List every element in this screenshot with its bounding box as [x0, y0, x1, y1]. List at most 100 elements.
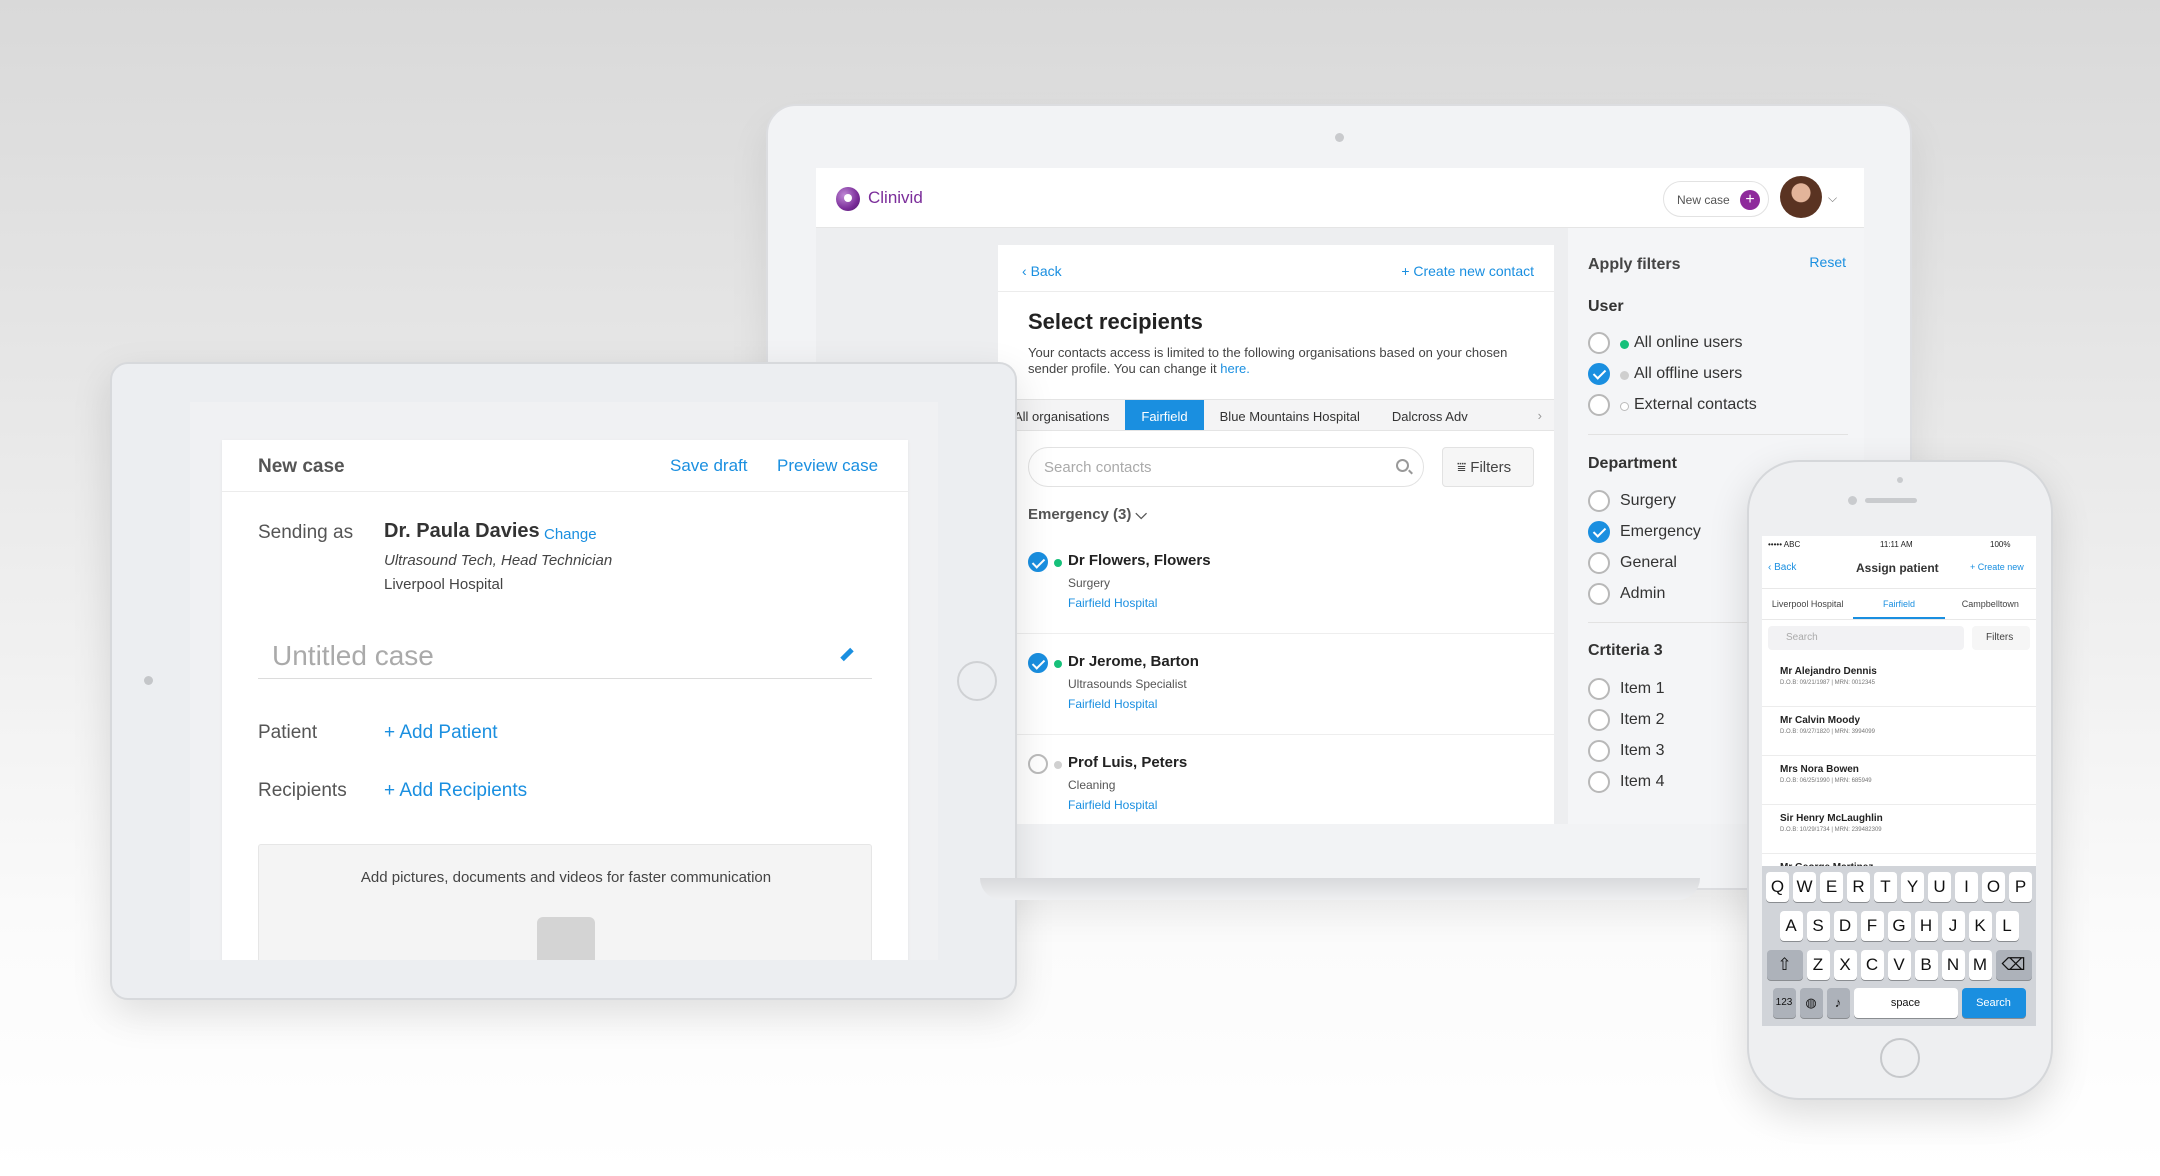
patient-row[interactable]: Mr Calvin Moody D.O.B: 09/27/1820 | MRN: … [1762, 707, 2036, 756]
key[interactable]: K [1968, 911, 1992, 941]
key[interactable]: V [1887, 950, 1911, 980]
pencil-icon[interactable] [840, 647, 854, 662]
phone-home-button[interactable] [1880, 1038, 1920, 1078]
attachment-dropzone[interactable]: Add pictures, documents and videos for f… [258, 844, 872, 960]
filters-button[interactable]: ⩸ Filters [1442, 447, 1534, 487]
key[interactable]: M [1968, 950, 1992, 980]
save-draft-button[interactable]: Save draft [670, 456, 748, 476]
dropzone-text: Add pictures, documents and videos for f… [360, 869, 772, 886]
shift-key-icon[interactable]: ⇧ [1766, 950, 1803, 980]
key[interactable]: O [1982, 872, 2005, 902]
contact-name: Prof Luis, Peters [1068, 754, 1188, 771]
group-label: Emergency (3) [1028, 506, 1132, 523]
key[interactable]: A [1779, 911, 1803, 941]
key[interactable]: G [1887, 911, 1911, 941]
preview-case-button[interactable]: Preview case [777, 456, 878, 476]
contact-checkbox[interactable] [1028, 754, 1048, 774]
key[interactable]: J [1941, 911, 1965, 941]
radio[interactable] [1588, 521, 1610, 543]
avatar[interactable] [1780, 176, 1822, 218]
key[interactable]: S [1806, 911, 1830, 941]
radio[interactable] [1588, 678, 1610, 700]
radio[interactable] [1588, 771, 1610, 793]
key[interactable]: C [1860, 950, 1884, 980]
radio[interactable] [1588, 583, 1610, 605]
change-sender-link[interactable]: Change [544, 526, 597, 543]
new-case-button[interactable]: New case + [1663, 181, 1769, 217]
group-header[interactable]: Emergency (3) ⌵ [1028, 506, 1147, 523]
radio[interactable] [1588, 394, 1610, 416]
patient-name: Sir Henry McLaughlin [1780, 813, 1883, 824]
add-patient-link[interactable]: + Add Patient [384, 722, 498, 744]
case-title-input[interactable]: Untitled case [272, 640, 434, 672]
sender-org: Liverpool Hospital [384, 576, 504, 593]
input-underline [258, 678, 872, 679]
tab-campbelltown[interactable]: Campbelltown [1945, 589, 2036, 619]
here-link[interactable]: here. [1220, 361, 1250, 376]
key[interactable]: F [1860, 911, 1884, 941]
key[interactable]: R [1847, 872, 1870, 902]
add-recipients-link[interactable]: + Add Recipients [384, 780, 527, 802]
key[interactable]: Y [1901, 872, 1924, 902]
key[interactable]: U [1928, 872, 1951, 902]
search-contacts-input[interactable]: Search contacts [1028, 447, 1424, 487]
reset-link[interactable]: Reset [1809, 254, 1846, 270]
contact-checkbox[interactable] [1028, 552, 1048, 572]
key[interactable]: T [1874, 872, 1897, 902]
radio[interactable] [1588, 552, 1610, 574]
tab-fairfield[interactable]: Fairfield [1125, 400, 1204, 430]
contact-row[interactable]: Prof Luis, Peters Cleaning Fairfield Hos… [998, 736, 1554, 824]
key[interactable]: W [1793, 872, 1816, 902]
tab-all-organisations[interactable]: All organisations [998, 400, 1125, 430]
tab-liverpool[interactable]: Liverpool Hospital [1762, 589, 1853, 619]
key[interactable]: I [1955, 872, 1978, 902]
filters-button[interactable]: Filters [1972, 626, 2030, 650]
patient-name: Mr Alejandro Dennis [1780, 666, 1877, 677]
key[interactable]: D [1833, 911, 1857, 941]
patient-row[interactable]: Mr Alejandro Dennis D.O.B: 09/21/1987 | M… [1762, 658, 2036, 707]
key[interactable]: X [1833, 950, 1857, 980]
contact-checkbox[interactable] [1028, 653, 1048, 673]
patient-row[interactable]: Sir Henry McLaughlin D.O.B: 10/29/1734 | … [1762, 805, 2036, 854]
key[interactable]: H [1914, 911, 1938, 941]
patient-search-input[interactable]: Search [1768, 626, 1964, 650]
filter-label: Admin [1620, 585, 1666, 602]
key[interactable]: Q [1766, 872, 1789, 902]
create-contact-link[interactable]: + Create new contact [1401, 263, 1534, 279]
create-new-link[interactable]: + Create new [1970, 562, 2024, 572]
tab-blue-mountains[interactable]: Blue Mountains Hospital [1204, 400, 1376, 430]
tab-dalcross[interactable]: Dalcross Adv [1376, 400, 1484, 430]
organisation-tabs: All organisations Fairfield Blue Mountai… [998, 399, 1554, 431]
tab-fairfield[interactable]: Fairfield [1853, 589, 1945, 619]
key[interactable]: Z [1806, 950, 1830, 980]
microphone-key-icon[interactable]: ♪ [1826, 988, 1850, 1018]
key[interactable]: L [1995, 911, 2019, 941]
on-screen-keyboard: Q W E R T Y U I O P A S D F G H J K L ⇧ … [1762, 866, 2036, 1026]
space-key[interactable]: space [1853, 988, 1958, 1018]
numbers-key[interactable]: 123 [1772, 988, 1796, 1018]
radio[interactable] [1588, 332, 1610, 354]
chevron-down-icon[interactable]: ⌵ [1828, 191, 1837, 206]
offline-dot [1620, 371, 1629, 380]
contact-row[interactable]: Dr Flowers, Flowers Surgery Fairfield Ho… [998, 534, 1554, 634]
key[interactable]: E [1820, 872, 1843, 902]
filter-label: Item 3 [1620, 742, 1665, 759]
back-link[interactable]: ‹ Back [1022, 263, 1062, 279]
tablet-home-button[interactable] [957, 661, 997, 701]
back-button[interactable]: ‹ Back [1768, 562, 1796, 573]
key[interactable]: P [2009, 872, 2032, 902]
key[interactable]: B [1914, 950, 1938, 980]
contact-row[interactable]: Dr Jerome, Barton Ultrasounds Specialist… [998, 635, 1554, 735]
keyboard-row-1: Q W E R T Y U I O P [1762, 872, 2036, 902]
plus-icon: + [1740, 190, 1760, 210]
radio[interactable] [1588, 740, 1610, 762]
radio[interactable] [1588, 363, 1610, 385]
chevron-right-icon[interactable]: › [1538, 408, 1542, 423]
radio[interactable] [1588, 490, 1610, 512]
globe-key-icon[interactable]: ◍ [1799, 988, 1823, 1018]
key[interactable]: N [1941, 950, 1965, 980]
backspace-key-icon[interactable]: ⌫ [1995, 950, 2032, 980]
radio[interactable] [1588, 709, 1610, 731]
search-key[interactable]: Search [1961, 988, 2026, 1018]
patient-row[interactable]: Mrs Nora Bowen D.O.B: 06/25/1990 | MRN: 6… [1762, 756, 2036, 805]
